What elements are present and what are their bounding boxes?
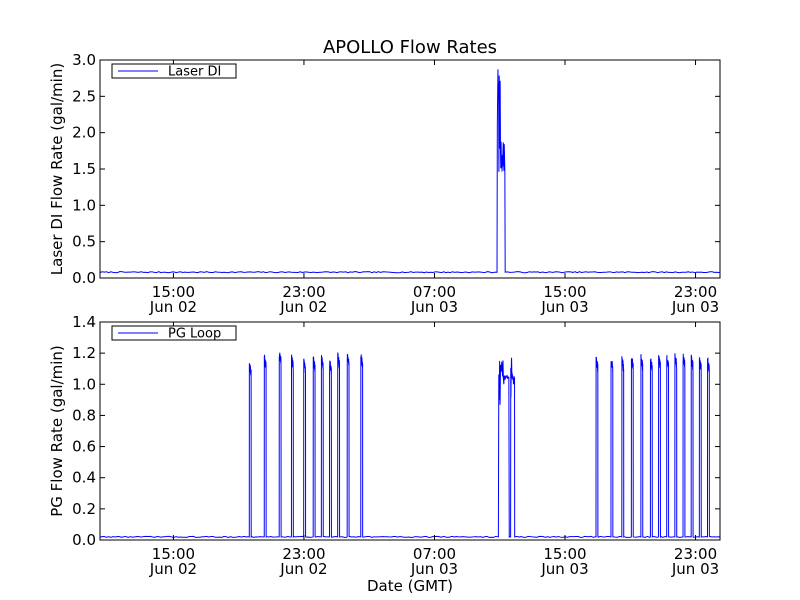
laser-di-y-axis-title: Laser DI Flow Rate (gal/min) — [48, 63, 66, 275]
pg-loop-y-tick-label: 1.0 — [72, 375, 96, 393]
laser-di-y-tick-label: 1.0 — [72, 196, 96, 214]
laser-di-legend-label: Laser DI — [168, 65, 221, 80]
laser-di-plot-frame — [99, 59, 721, 279]
pg-loop-y-axis-title: PG Flow Rate (gal/min) — [48, 345, 66, 517]
chart-title: APOLLO Flow Rates — [323, 37, 497, 58]
pg-loop-legend-label: PG Loop — [168, 327, 221, 342]
laser-di-x-tick-date: Jun 02 — [149, 298, 197, 316]
laser-di-y-tick-label: 2.0 — [72, 124, 96, 142]
laser-di-y-tick-label: 0.0 — [72, 269, 96, 287]
laser-di-y-tick-label: 2.5 — [72, 87, 96, 105]
laser-di-x-tick-date: Jun 03 — [540, 298, 588, 316]
pg-loop-x-tick-date: Jun 03 — [671, 560, 719, 578]
laser-di-x-tick-date: Jun 03 — [410, 298, 458, 316]
pg-loop-x-tick-date: Jun 02 — [149, 560, 197, 578]
pg-loop-x-tick-date: Jun 02 — [279, 560, 327, 578]
pg-loop-plot-frame — [99, 321, 721, 541]
laser-di-x-tick-date: Jun 03 — [671, 298, 719, 316]
laser-di-x-tick-date: Jun 02 — [279, 298, 327, 316]
laser-di-panel: 0.00.51.01.52.02.53.015:00Jun 0223:00Jun… — [48, 51, 721, 316]
pg-loop-panel: 0.00.20.40.60.81.01.21.415:00Jun 0223:00… — [48, 313, 721, 578]
pg-loop-x-tick-date: Jun 03 — [540, 560, 588, 578]
laser-di-y-tick-label: 1.5 — [72, 160, 96, 178]
flow-rates-chart: APOLLO Flow Rates Date (GMT) 0.0 0.5 1.0 1.… — [48, 37, 721, 595]
x-axis-title: Date (GMT) — [367, 577, 453, 595]
pg-loop-x-tick-date: Jun 03 — [410, 560, 458, 578]
pg-loop-series-line — [99, 352, 721, 539]
pg-loop-y-tick-label: 0.6 — [72, 438, 96, 456]
laser-di-y-tick-label: 0.5 — [72, 233, 96, 251]
laser-di-y-tick-label: 3.0 — [72, 51, 96, 69]
pg-loop-y-tick-label: 1.4 — [72, 313, 96, 331]
pg-loop-y-tick-label: 0.2 — [72, 500, 96, 518]
pg-loop-y-tick-label: 1.2 — [72, 344, 96, 362]
laser-di-series-line — [99, 69, 721, 274]
pg-loop-y-tick-label: 0.4 — [72, 469, 96, 487]
pg-loop-y-tick-label: 0.0 — [72, 531, 96, 549]
pg-loop-y-tick-label: 0.8 — [72, 406, 96, 424]
